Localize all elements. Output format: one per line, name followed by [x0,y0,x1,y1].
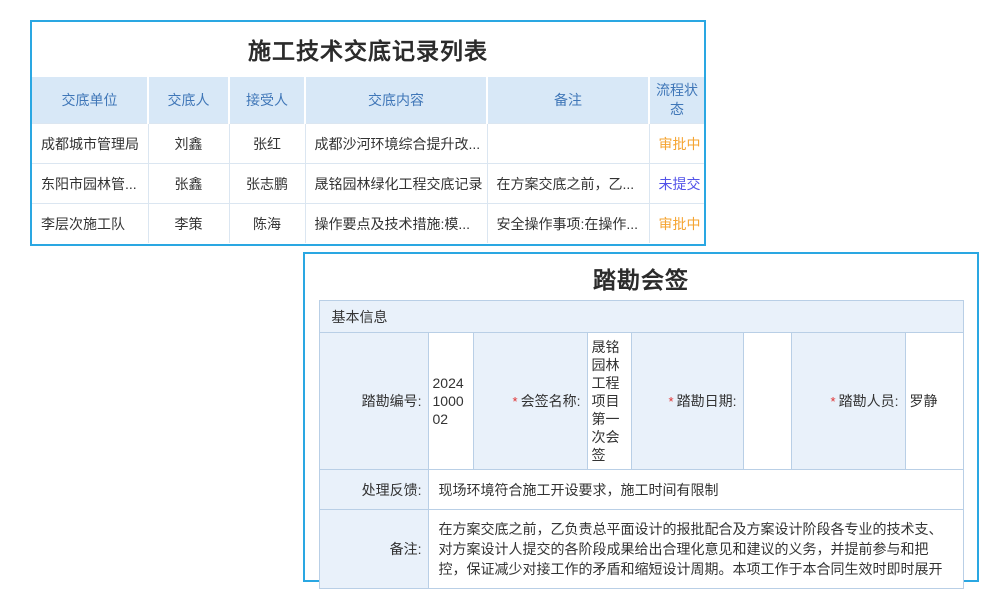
field-value-survey-staff: 罗静 [905,333,963,470]
cell-unit: 东阳市园林管... [32,164,148,204]
column-header-content: 交底内容 [305,77,487,124]
survey-form: 基本信息 踏勘编号: 2024100002 *会签名称: 晟铭园林工程项目第一次… [319,300,964,589]
column-header-status: 流程状态 [649,77,704,124]
field-value-survey-number: 2024100002 [428,333,473,470]
feedback-row: 处理反馈: 现场环境符合施工开设要求，施工时间有限制 [319,470,963,510]
disclosure-list-panel: 施工技术交底记录列表 交底单位 交底人 接受人 交底内容 备注 流程状态 成都城… [30,20,706,246]
cell-discloser: 刘鑫 [148,124,229,164]
cell-discloser: 李策 [148,204,229,244]
cell-remark [487,124,649,164]
required-icon: * [513,394,518,409]
cell-unit: 李层次施工队 [32,204,148,244]
required-icon: * [669,394,674,409]
required-icon: * [831,394,836,409]
column-header-unit: 交底单位 [32,77,148,124]
field-label-feedback: 处理反馈: [319,470,428,510]
section-row: 基本信息 [319,301,963,333]
cell-receiver: 张志鹏 [229,164,305,204]
column-header-discloser: 交底人 [148,77,229,124]
field-label-countersign-name: *会签名称: [473,333,587,470]
column-header-remark: 备注 [487,77,649,124]
table-row[interactable]: 东阳市园林管... 张鑫 张志鹏 晟铭园林绿化工程交底记录 在方案交底之前，乙.… [32,164,704,204]
cell-discloser: 张鑫 [148,164,229,204]
field-label-survey-staff: *踏勘人员: [791,333,905,470]
column-header-receiver: 接受人 [229,77,305,124]
field-value-feedback: 现场环境符合施工开设要求，施工时间有限制 [428,470,963,510]
remark-row: 备注: 在方案交底之前，乙负责总平面设计的报批配合及方案设计阶段各专业的技术支、… [319,510,963,589]
status-badge[interactable]: 审批中 [649,124,704,164]
cell-unit: 成都城市管理局 [32,124,148,164]
table-header-row: 交底单位 交底人 接受人 交底内容 备注 流程状态 [32,77,704,124]
cell-content: 晟铭园林绿化工程交底记录 [305,164,487,204]
survey-title: 踏勘会签 [305,254,977,300]
field-label-remark: 备注: [319,510,428,589]
field-label-survey-number: 踏勘编号: [319,333,428,470]
table-row[interactable]: 李层次施工队 李策 陈海 操作要点及技术措施:模... 安全操作事项:在操作..… [32,204,704,244]
disclosure-table: 交底单位 交底人 接受人 交底内容 备注 流程状态 成都城市管理局 刘鑫 张红 … [32,77,704,243]
status-badge[interactable]: 未提交 [649,164,704,204]
field-label-survey-date: *踏勘日期: [631,333,743,470]
cell-content: 成都沙河环境综合提升改... [305,124,487,164]
cell-receiver: 陈海 [229,204,305,244]
survey-countersign-panel: 踏勘会签 基本信息 踏勘编号: 2024100002 *会签名称: 晟铭园林工程… [303,252,979,582]
cell-remark: 安全操作事项:在操作... [487,204,649,244]
field-value-survey-date [743,333,791,470]
cell-remark: 在方案交底之前，乙... [487,164,649,204]
section-header-basic-info: 基本信息 [319,301,963,333]
field-value-remark: 在方案交底之前，乙负责总平面设计的报批配合及方案设计阶段各专业的技术支、对方案设… [428,510,963,589]
table-row[interactable]: 成都城市管理局 刘鑫 张红 成都沙河环境综合提升改... 审批中 [32,124,704,164]
cell-receiver: 张红 [229,124,305,164]
field-value-countersign-name: 晟铭园林工程项目第一次会签 [587,333,631,470]
cell-content: 操作要点及技术措施:模... [305,204,487,244]
status-badge[interactable]: 审批中 [649,204,704,244]
disclosure-list-title: 施工技术交底记录列表 [32,22,704,77]
form-main-row: 踏勘编号: 2024100002 *会签名称: 晟铭园林工程项目第一次会签 *踏… [319,333,963,470]
page: { "colors": { "panel_border": "#2aa7e2",… [0,0,1000,600]
